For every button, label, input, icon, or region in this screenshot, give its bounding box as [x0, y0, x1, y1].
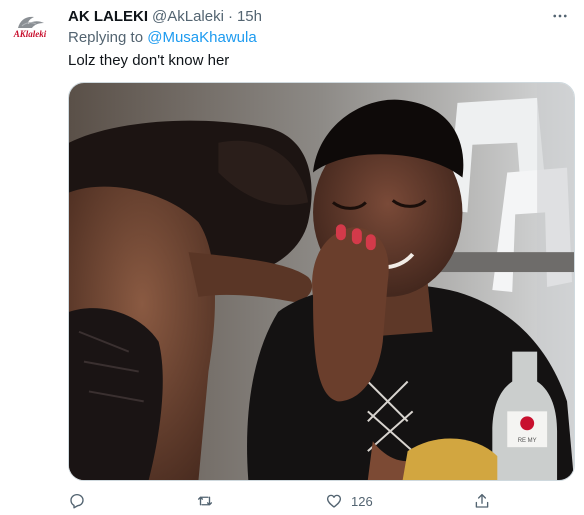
replying-to-label: Replying to	[68, 29, 144, 46]
replying-to-mention-link[interactable]: @MusaKhawula	[147, 29, 256, 46]
tweet-text: Lolz they don't know her	[68, 52, 230, 69]
retweet-button[interactable]	[196, 490, 214, 512]
tweet[interactable]: AKlaleki AK LALEKI @AkLaleki · 15h Reply…	[0, 0, 584, 515]
share-button[interactable]	[473, 490, 491, 512]
heart-icon	[326, 494, 342, 508]
separator-dot: ·	[227, 7, 233, 25]
tweet-actions: 126	[68, 490, 508, 512]
more-options-button[interactable]	[548, 6, 572, 26]
aklaleki-logo-icon: AKlaleki	[6, 6, 54, 54]
svg-text:RE MY: RE MY	[518, 438, 537, 444]
like-count: 126	[351, 493, 373, 509]
retweet-icon	[197, 496, 213, 506]
tweet-header: AK LALEKI @AkLaleki · 15h	[68, 6, 262, 26]
tweet-photo[interactable]: RE MY	[68, 82, 575, 481]
photo-two-women-laughing: RE MY	[69, 83, 574, 480]
more-icon	[553, 14, 567, 18]
svg-text:AKlaleki: AKlaleki	[13, 29, 47, 39]
tweet-timestamp[interactable]: 15h	[237, 8, 262, 25]
author-handle[interactable]: @AkLaleki	[152, 8, 224, 25]
like-button[interactable]: 126	[325, 490, 373, 512]
reply-icon	[70, 493, 84, 509]
share-icon	[475, 493, 489, 508]
author-name[interactable]: AK LALEKI	[68, 8, 148, 25]
avatar[interactable]: AKlaleki	[6, 6, 54, 54]
reply-button[interactable]	[68, 490, 86, 512]
replying-to: Replying to @MusaKhawula	[68, 29, 257, 49]
